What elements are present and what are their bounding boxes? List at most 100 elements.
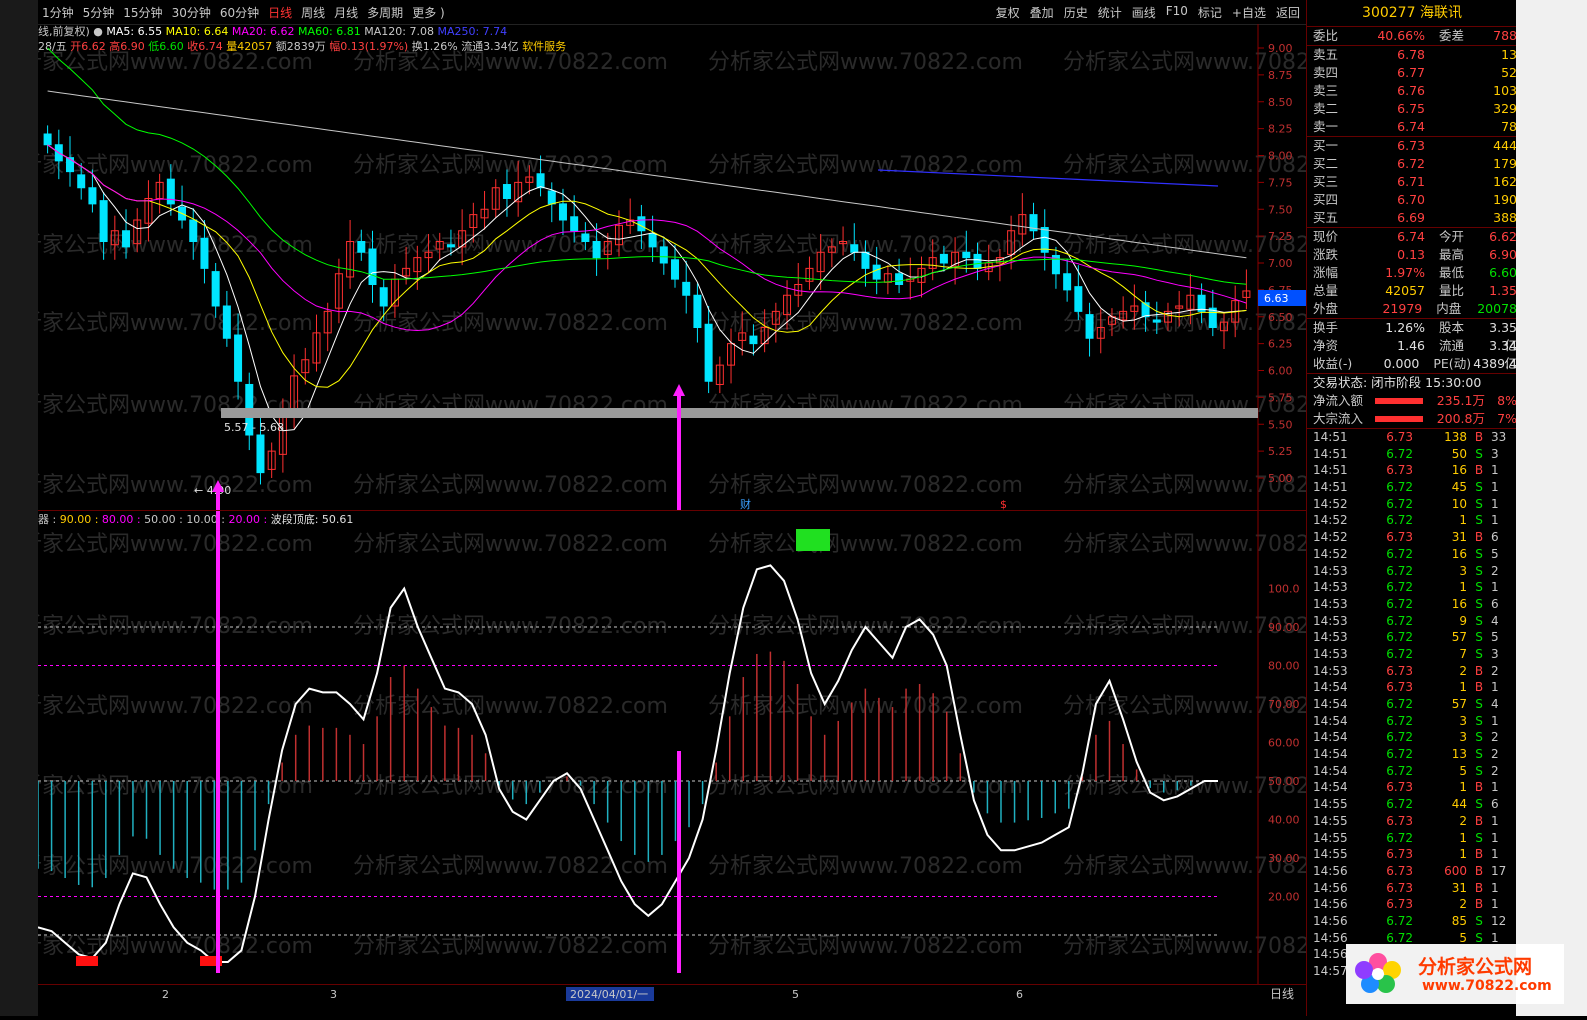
bid-label: 买三 (1313, 174, 1339, 189)
bid-book: 买一 6.73 444 买二 6.72 179 买三 6.71 162 买四 6.70 190 买五 6.… (1307, 137, 1517, 227)
ask-row[interactable]: 卖四 6.77 52 (1307, 64, 1517, 82)
bid-row[interactable]: 买一 6.73 444 (1307, 137, 1517, 155)
candle-body (1074, 286, 1083, 312)
tick-row: 14:53 6.72 9 S 4 (1307, 613, 1517, 630)
tick-volume: 57 (1451, 697, 1467, 711)
price-tick-label: 7.75 (1268, 176, 1293, 189)
weicha-value: 788 (1493, 28, 1517, 43)
candle-body (895, 273, 904, 285)
tool-button-0[interactable]: 复权 (996, 4, 1020, 21)
watermark-text: 分析家公式网www.70822.com (38, 532, 313, 557)
candle-body (43, 133, 52, 146)
tab-period-6[interactable]: 周线 (301, 4, 325, 21)
tool-button-3[interactable]: 统计 (1098, 4, 1122, 21)
tool-button-1[interactable]: 叠加 (1030, 4, 1054, 21)
ask-label: 卖一 (1313, 119, 1339, 134)
bid-volume: 444 (1493, 138, 1517, 153)
tick-price: 6.72 (1386, 496, 1413, 511)
tool-button-4[interactable]: 画线 (1132, 4, 1156, 21)
tick-list[interactable]: 14:51 6.73 138 B 33 14:51 6.72 50 S 3 14:51 6.73 16 B… (1307, 429, 1517, 980)
tick-time: 14:51 (1313, 480, 1348, 495)
ask-label: 卖五 (1313, 47, 1339, 62)
bid-row[interactable]: 买四 6.70 190 (1307, 191, 1517, 209)
webi-value: 40.66% (1377, 28, 1425, 43)
tab-period-8[interactable]: 多周期 (367, 4, 403, 21)
candlestick-chart[interactable]: 分析家公式网www.70822.com 分析家公式网www.70822.com 分析… (38, 24, 1306, 510)
ask-row[interactable]: 卖五 6.78 13 (1307, 46, 1517, 64)
stock-title[interactable]: 300277 海联讯 (1307, 0, 1517, 27)
tab-period-5[interactable]: 日线 (268, 4, 292, 21)
stat-row: 总量 42057 量比 1.35 (1307, 282, 1517, 300)
ask-row[interactable]: 卖三 6.76 103 (1307, 82, 1517, 100)
tick-volume: 3 (1459, 730, 1467, 745)
tick-count: 1 (1491, 680, 1499, 695)
tick-price: 6.72 (1386, 913, 1413, 928)
finance-marker[interactable]: 财 (740, 497, 751, 510)
scrollbar[interactable] (1516, 0, 1587, 1016)
bid-volume: 388 (1493, 210, 1517, 225)
tab-period-3[interactable]: 30分钟 (172, 4, 211, 21)
ask-book: 卖五 6.78 13 卖四 6.77 52 卖三 6.76 103 卖二 6.75 329 卖一 6.74… (1307, 46, 1517, 136)
tick-time: 14:51 (1313, 446, 1348, 461)
tick-row: 14:55 6.72 44 S 6 (1307, 796, 1517, 813)
bid-volume: 179 (1493, 156, 1517, 171)
flow-value: 235.1万 (1436, 393, 1485, 408)
fundamental-label: 收益(-) (1313, 356, 1353, 371)
left-strip (0, 0, 38, 1016)
current-price-text: 6.63 (1264, 292, 1289, 305)
watermark-text: 分析家公式网www.70822.com (353, 532, 668, 557)
tab-period-9[interactable]: 更多 ) (412, 4, 445, 21)
tick-count: 1 (1491, 463, 1499, 478)
tick-price: 6.72 (1386, 747, 1413, 762)
tick-count: 4 (1491, 697, 1499, 711)
dollar-marker[interactable]: $ (1000, 498, 1007, 510)
bid-row[interactable]: 买三 6.71 162 (1307, 173, 1517, 191)
indicator-chart[interactable]: 分析家公式网www.70822.com 分析家公式网www.70822.com 分析… (38, 510, 1306, 985)
stat-value: 20078 (1477, 301, 1517, 316)
ask-volume: 13 (1501, 47, 1517, 62)
tab-period-4[interactable]: 60分钟 (220, 4, 259, 21)
tick-side: S (1475, 580, 1483, 595)
tab-period-1[interactable]: 5分钟 (83, 4, 115, 21)
candle-body (749, 335, 758, 345)
tick-price: 6.73 (1386, 663, 1413, 678)
tick-price: 6.73 (1386, 530, 1413, 545)
bid-row[interactable]: 买二 6.72 179 (1307, 155, 1517, 173)
tick-row: 14:56 6.73 2 B 1 (1307, 896, 1517, 913)
ask-row[interactable]: 卖二 6.75 329 (1307, 100, 1517, 118)
tick-time: 14:52 (1313, 496, 1348, 511)
tab-period-7[interactable]: 月线 (334, 4, 358, 21)
ask-price: 6.76 (1397, 83, 1425, 98)
tool-button-5[interactable]: F10 (1166, 4, 1188, 21)
bid-row[interactable]: 买五 6.69 388 (1307, 209, 1517, 227)
indicator-tick-label: 60.00 (1268, 737, 1300, 750)
candle-body (222, 305, 231, 339)
tool-button-2[interactable]: 历史 (1064, 4, 1088, 21)
tick-price: 6.73 (1386, 897, 1413, 912)
tick-price: 6.73 (1386, 847, 1413, 862)
watermark-text: 分析家公式网www.70822.com (353, 473, 668, 498)
tick-time: 14:53 (1313, 596, 1348, 611)
tool-button-8[interactable]: 返回 (1276, 4, 1300, 21)
tick-side: B (1474, 780, 1484, 795)
tick-time: 14:55 (1313, 830, 1348, 845)
price-tick-label: 8.00 (1268, 150, 1293, 163)
tick-side: S (1475, 913, 1483, 928)
watermark-text: 分析家公式网www.70822.com (353, 934, 668, 959)
tab-period-0[interactable]: 1分钟 (42, 4, 74, 21)
tick-row: 14:51 6.72 45 S 1 (1307, 479, 1517, 496)
flow-label: 净流入额 (1313, 393, 1364, 408)
tick-row: 14:52 6.72 10 S 1 (1307, 496, 1517, 513)
ask-row[interactable]: 卖一 6.74 78 (1307, 118, 1517, 136)
ask-price: 6.75 (1397, 101, 1425, 116)
weicha-label: 委差 (1439, 28, 1465, 43)
tick-count: 2 (1491, 763, 1499, 778)
tick-volume: 1 (1459, 830, 1467, 845)
tool-button-6[interactable]: 标记 (1198, 4, 1222, 21)
tool-button-7[interactable]: +自选 (1232, 4, 1266, 21)
watermark-text: 分析家公式网www.70822.com (353, 153, 668, 178)
tick-time: 14:54 (1313, 730, 1348, 745)
tab-period-2[interactable]: 15分钟 (123, 4, 162, 21)
watermark-text: 分析家公式网www.70822.com (353, 694, 668, 719)
tick-price: 6.73 (1386, 880, 1413, 895)
